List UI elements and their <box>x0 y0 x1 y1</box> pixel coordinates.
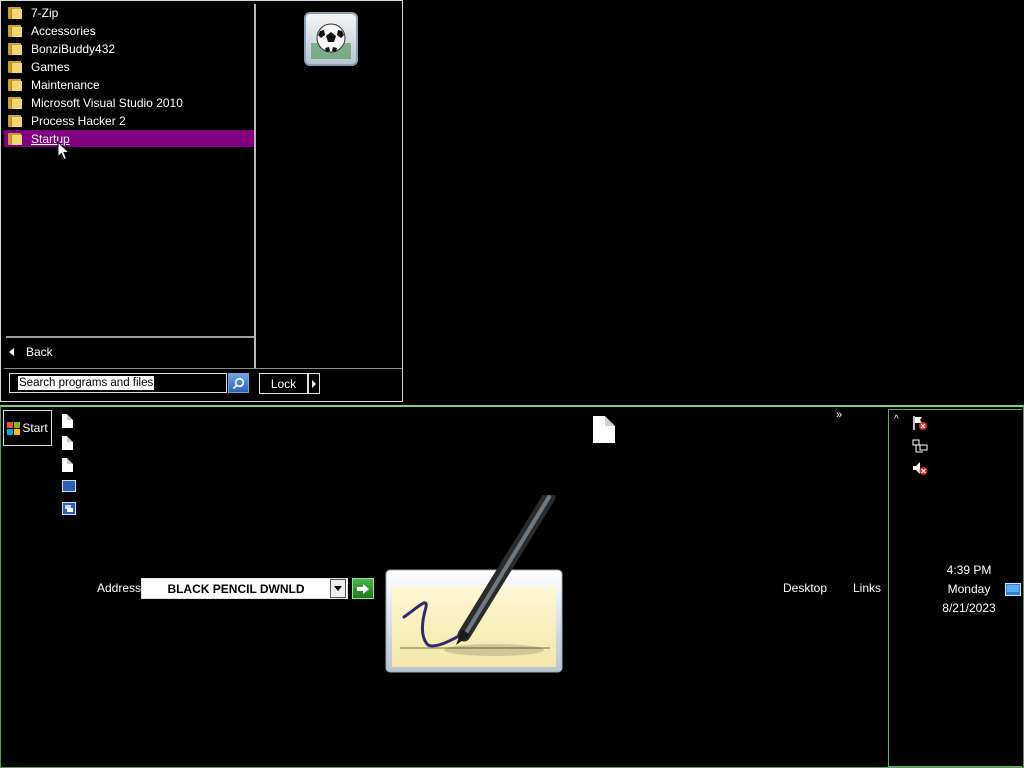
folder-icon <box>8 132 22 146</box>
start-button[interactable]: Start <box>3 410 52 446</box>
divider <box>4 368 402 369</box>
clock-day[interactable]: Monday <box>889 582 1024 596</box>
go-arrow-icon <box>357 583 369 594</box>
show-desktop-icon <box>62 480 76 492</box>
quick-launch-show-desktop[interactable] <box>62 480 76 494</box>
clock-date[interactable]: 8/21/2023 <box>889 601 1024 615</box>
power-options-button[interactable] <box>308 373 320 394</box>
program-item-maintenance[interactable]: Maintenance <box>4 76 255 93</box>
show-hidden-icons-button[interactable]: ^ <box>894 414 899 425</box>
mouse-cursor-icon <box>57 141 71 161</box>
programs-list: 7-Zip Accessories BonziBuddy432 Games Ma… <box>4 4 255 336</box>
program-label: 7-Zip <box>31 5 59 20</box>
tray-action-center[interactable] <box>912 415 928 431</box>
document-icon <box>62 436 73 450</box>
desktop-document-icon[interactable] <box>593 416 615 443</box>
program-item-visual-studio[interactable]: Microsoft Visual Studio 2010 <box>4 94 255 111</box>
program-item-games[interactable]: Games <box>4 58 255 75</box>
tray-volume[interactable] <box>912 460 928 476</box>
lock-button[interactable]: Lock <box>259 373 308 394</box>
quick-launch-switch-windows[interactable] <box>62 502 76 516</box>
quick-launch-document-1[interactable] <box>62 414 76 428</box>
network-icon <box>912 439 928 453</box>
chevron-down-icon <box>334 586 342 591</box>
toolbar-overflow-button[interactable]: » <box>836 409 842 421</box>
program-label: BonziBuddy432 <box>31 41 116 56</box>
show-desktop-button[interactable] <box>1005 583 1021 596</box>
go-button[interactable] <box>352 578 374 599</box>
folder-icon <box>8 42 22 56</box>
action-center-flag-icon <box>913 416 927 430</box>
folder-icon <box>8 78 22 92</box>
address-input[interactable]: BLACK PENCIL DWNLD <box>141 578 348 599</box>
quick-launch-document-2[interactable] <box>62 436 76 450</box>
program-label: Microsoft Visual Studio 2010 <box>31 95 183 110</box>
program-label: Games <box>31 59 70 74</box>
notification-area: ^ 4:39 PM Monday 8/21/2023 <box>888 409 1022 767</box>
document-icon <box>593 416 615 443</box>
pane-divider <box>254 4 256 368</box>
folder-icon <box>8 114 22 128</box>
user-picture[interactable] <box>304 12 358 66</box>
program-item-startup[interactable]: Startup <box>4 130 255 147</box>
search-button[interactable] <box>228 373 249 393</box>
tray-network[interactable] <box>912 438 928 454</box>
monitor-icon <box>1005 583 1021 596</box>
address-value: BLACK PENCIL DWNLD <box>167 581 305 596</box>
taskbar: Start » Address BLACK PENCIL DWNLD Deskt… <box>0 405 1024 768</box>
program-label: Accessories <box>31 23 96 38</box>
start-menu: 7-Zip Accessories BonziBuddy432 Games Ma… <box>0 0 403 402</box>
start-label: Start <box>22 421 48 435</box>
links-toolbar-label[interactable]: Links <box>853 581 881 595</box>
search-icon <box>232 377 245 389</box>
document-icon <box>62 414 73 428</box>
folder-icon <box>8 96 22 110</box>
folder-icon <box>8 6 22 20</box>
program-label: Maintenance <box>31 77 100 92</box>
back-button[interactable]: Back <box>9 343 53 361</box>
document-icon <box>62 458 73 472</box>
program-item-bonzibuddy[interactable]: BonziBuddy432 <box>4 40 255 57</box>
quick-launch-document-3[interactable] <box>62 458 76 472</box>
address-label: Address <box>97 581 142 595</box>
program-item-process-hacker[interactable]: Process Hacker 2 <box>4 112 255 129</box>
folder-icon <box>8 24 22 38</box>
chevron-right-icon <box>312 379 316 388</box>
search-input[interactable]: Search programs and files <box>9 373 227 393</box>
pen-tablet-icon <box>385 495 563 673</box>
program-item-7zip[interactable]: 7-Zip <box>4 4 255 21</box>
back-arrow-icon <box>9 348 14 356</box>
volume-muted-icon <box>913 462 928 475</box>
folder-icon <box>8 60 22 74</box>
desktop-toolbar-label[interactable]: Desktop <box>783 581 827 595</box>
lock-label: Lock <box>270 376 297 391</box>
switch-windows-icon <box>62 502 76 515</box>
program-label: Process Hacker 2 <box>31 113 126 128</box>
clock-time[interactable]: 4:39 PM <box>889 563 1024 577</box>
soccer-ball-icon <box>311 23 351 59</box>
program-item-accessories[interactable]: Accessories <box>4 22 255 39</box>
address-dropdown-button[interactable] <box>330 579 346 598</box>
search-placeholder: Search programs and files <box>18 376 155 390</box>
divider <box>6 336 254 338</box>
windows-logo-icon <box>7 421 21 435</box>
back-label: Back <box>26 345 53 359</box>
